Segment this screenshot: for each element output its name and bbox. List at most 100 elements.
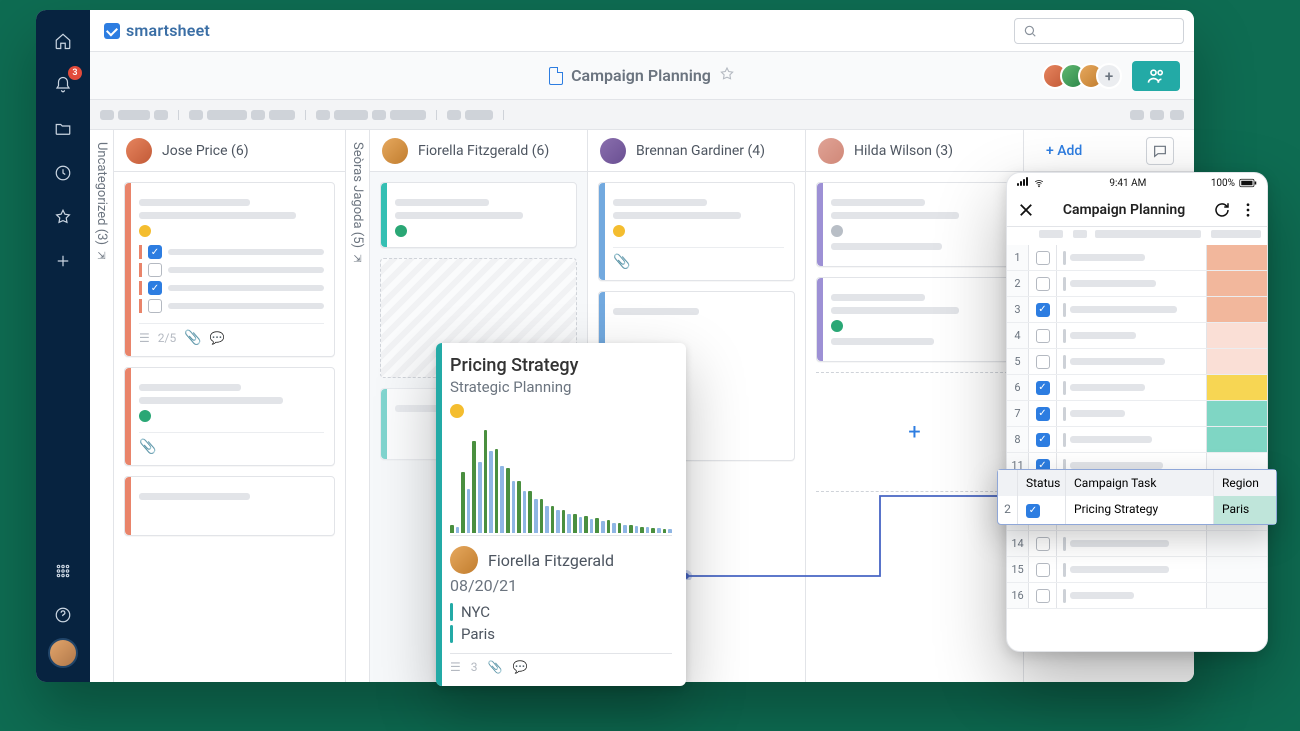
avatar bbox=[450, 546, 478, 574]
mobile-battery: 100% bbox=[1211, 178, 1235, 189]
checkbox-icon[interactable] bbox=[1036, 563, 1050, 577]
column-title: Jose Price (6) bbox=[162, 143, 249, 159]
comments-panel-toggle[interactable] bbox=[1146, 137, 1174, 165]
column-title: Fiorella Fitzgerald (6) bbox=[418, 143, 549, 159]
card[interactable]: 📎 bbox=[124, 367, 335, 466]
card[interactable] bbox=[124, 476, 335, 536]
card-tag: NYC bbox=[461, 603, 490, 621]
header-task: Campaign Task bbox=[1066, 470, 1214, 496]
home-icon[interactable] bbox=[46, 24, 80, 58]
table-row[interactable]: 5 bbox=[1007, 349, 1267, 375]
swimlane-collapse-icon[interactable]: ⇲ bbox=[97, 251, 105, 262]
card[interactable] bbox=[816, 182, 1013, 267]
checkbox-icon[interactable]: ✓ bbox=[1036, 303, 1050, 317]
column-title: Brennan Gardiner (4) bbox=[636, 143, 765, 159]
checkbox-icon[interactable] bbox=[148, 263, 162, 277]
battery-icon bbox=[1239, 178, 1257, 188]
comment-icon[interactable]: 💬 bbox=[512, 660, 527, 674]
checkbox-icon[interactable] bbox=[1036, 251, 1050, 265]
checkbox-icon[interactable] bbox=[1036, 277, 1050, 291]
row-index: 2 bbox=[1007, 271, 1029, 296]
checkbox-icon[interactable] bbox=[1036, 355, 1050, 369]
toolbar bbox=[90, 100, 1194, 130]
attachment-count: 3 bbox=[471, 660, 478, 674]
top-bar: smartsheet bbox=[90, 10, 1194, 52]
table-row[interactable]: 7✓ bbox=[1007, 401, 1267, 427]
swimlane-seoras[interactable]: Seòras Jagoda (5) ⇲ bbox=[346, 130, 370, 682]
mobile-status-bar: 9:41 AM 100% bbox=[1007, 173, 1267, 193]
sheet-tab-bar: Campaign Planning + bbox=[90, 52, 1194, 100]
global-search[interactable] bbox=[1014, 18, 1184, 44]
swimlane-uncategorized[interactable]: Uncategorized (3) ⇲ bbox=[90, 130, 114, 682]
table-row[interactable]: 6✓ bbox=[1007, 375, 1267, 401]
checkbox-icon[interactable] bbox=[1036, 329, 1050, 343]
table-row[interactable]: 4 bbox=[1007, 323, 1267, 349]
brand-logo[interactable]: smartsheet bbox=[104, 21, 210, 40]
card[interactable]: 📎 bbox=[598, 182, 795, 281]
folders-icon[interactable] bbox=[46, 112, 80, 146]
mobile-grid[interactable]: 123✓456✓7✓8✓11✓12✓13✓141516 bbox=[1007, 245, 1267, 609]
refresh-icon[interactable] bbox=[1213, 201, 1231, 219]
share-button[interactable] bbox=[1132, 61, 1180, 91]
help-icon[interactable] bbox=[46, 598, 80, 632]
row-index: 2 bbox=[998, 496, 1018, 524]
add-column-button[interactable]: + Add bbox=[1036, 143, 1082, 159]
notifications-icon[interactable]: 3 bbox=[46, 68, 80, 102]
card[interactable] bbox=[816, 277, 1013, 362]
card-assignee: Fiorella Fitzgerald bbox=[488, 551, 614, 570]
row-index: 5 bbox=[1007, 349, 1029, 374]
card-tag: Paris bbox=[461, 625, 495, 643]
add-card-button[interactable]: + bbox=[816, 372, 1013, 492]
attachment-icon: 📎 bbox=[488, 660, 503, 674]
mobile-sheet-title: Campaign Planning bbox=[1043, 202, 1205, 218]
favorite-toggle-icon[interactable] bbox=[719, 66, 735, 86]
row-index: 3 bbox=[1007, 297, 1029, 322]
mobile-row-flyout[interactable]: Status Campaign Task Region 2 ✓ Pricing … bbox=[997, 469, 1277, 525]
row-index: 7 bbox=[1007, 401, 1029, 426]
more-vertical-icon[interactable] bbox=[1239, 201, 1257, 219]
mobile-preview: 9:41 AM 100% Campaign Planning 123✓456✓7… bbox=[1006, 172, 1268, 652]
wifi-icon bbox=[1033, 178, 1045, 188]
brand-mark-icon bbox=[104, 23, 120, 39]
table-row[interactable]: 8✓ bbox=[1007, 427, 1267, 453]
checkbox-icon[interactable]: ✓ bbox=[1036, 407, 1050, 421]
favorites-icon[interactable] bbox=[46, 200, 80, 234]
mobile-column-headers bbox=[1007, 227, 1267, 245]
card[interactable]: ✓ ✓ ☰ 2/5 📎 💬 bbox=[124, 182, 335, 357]
checklist-icon: ☰ bbox=[450, 660, 461, 674]
mobile-title-bar: Campaign Planning bbox=[1007, 193, 1267, 227]
collaborators-more[interactable]: + bbox=[1096, 63, 1122, 89]
recents-icon[interactable] bbox=[46, 156, 80, 190]
card-subtitle: Strategic Planning bbox=[450, 378, 672, 396]
table-row[interactable]: 14 bbox=[1007, 531, 1267, 557]
checkbox-icon[interactable] bbox=[148, 299, 162, 313]
checkbox-icon[interactable] bbox=[1036, 537, 1050, 551]
close-icon[interactable] bbox=[1017, 201, 1035, 219]
card[interactable] bbox=[380, 182, 577, 248]
card-detail-popout[interactable]: Pricing Strategy Strategic Planning Fior… bbox=[436, 343, 686, 686]
swimlane-label: Seòras Jagoda (5) bbox=[350, 142, 365, 248]
table-row[interactable]: 15 bbox=[1007, 557, 1267, 583]
card-chart bbox=[450, 426, 672, 536]
mobile-time: 9:41 AM bbox=[1109, 178, 1146, 189]
current-user-avatar[interactable] bbox=[48, 638, 78, 668]
checkbox-icon[interactable]: ✓ bbox=[1036, 381, 1050, 395]
table-row[interactable]: 16 bbox=[1007, 583, 1267, 609]
row-index: 8 bbox=[1007, 427, 1029, 452]
table-row[interactable]: 2 bbox=[1007, 271, 1267, 297]
checkbox-icon[interactable]: ✓ bbox=[1036, 433, 1050, 447]
table-row[interactable]: 1 bbox=[1007, 245, 1267, 271]
row-index: 16 bbox=[1007, 583, 1029, 608]
card-title: Pricing Strategy bbox=[450, 355, 672, 376]
collaborator-avatars[interactable]: + bbox=[1050, 63, 1122, 89]
checkbox-icon[interactable] bbox=[1036, 589, 1050, 603]
table-row[interactable]: 3✓ bbox=[1007, 297, 1267, 323]
avatar bbox=[600, 138, 626, 164]
checkbox-icon[interactable]: ✓ bbox=[1026, 504, 1040, 518]
checkbox-icon[interactable]: ✓ bbox=[148, 281, 162, 295]
checkbox-icon[interactable]: ✓ bbox=[148, 245, 162, 259]
add-icon[interactable] bbox=[46, 244, 80, 278]
apps-icon[interactable] bbox=[46, 554, 80, 588]
swimlane-collapse-icon[interactable]: ⇲ bbox=[353, 254, 361, 265]
comment-icon[interactable]: 💬 bbox=[210, 331, 225, 345]
